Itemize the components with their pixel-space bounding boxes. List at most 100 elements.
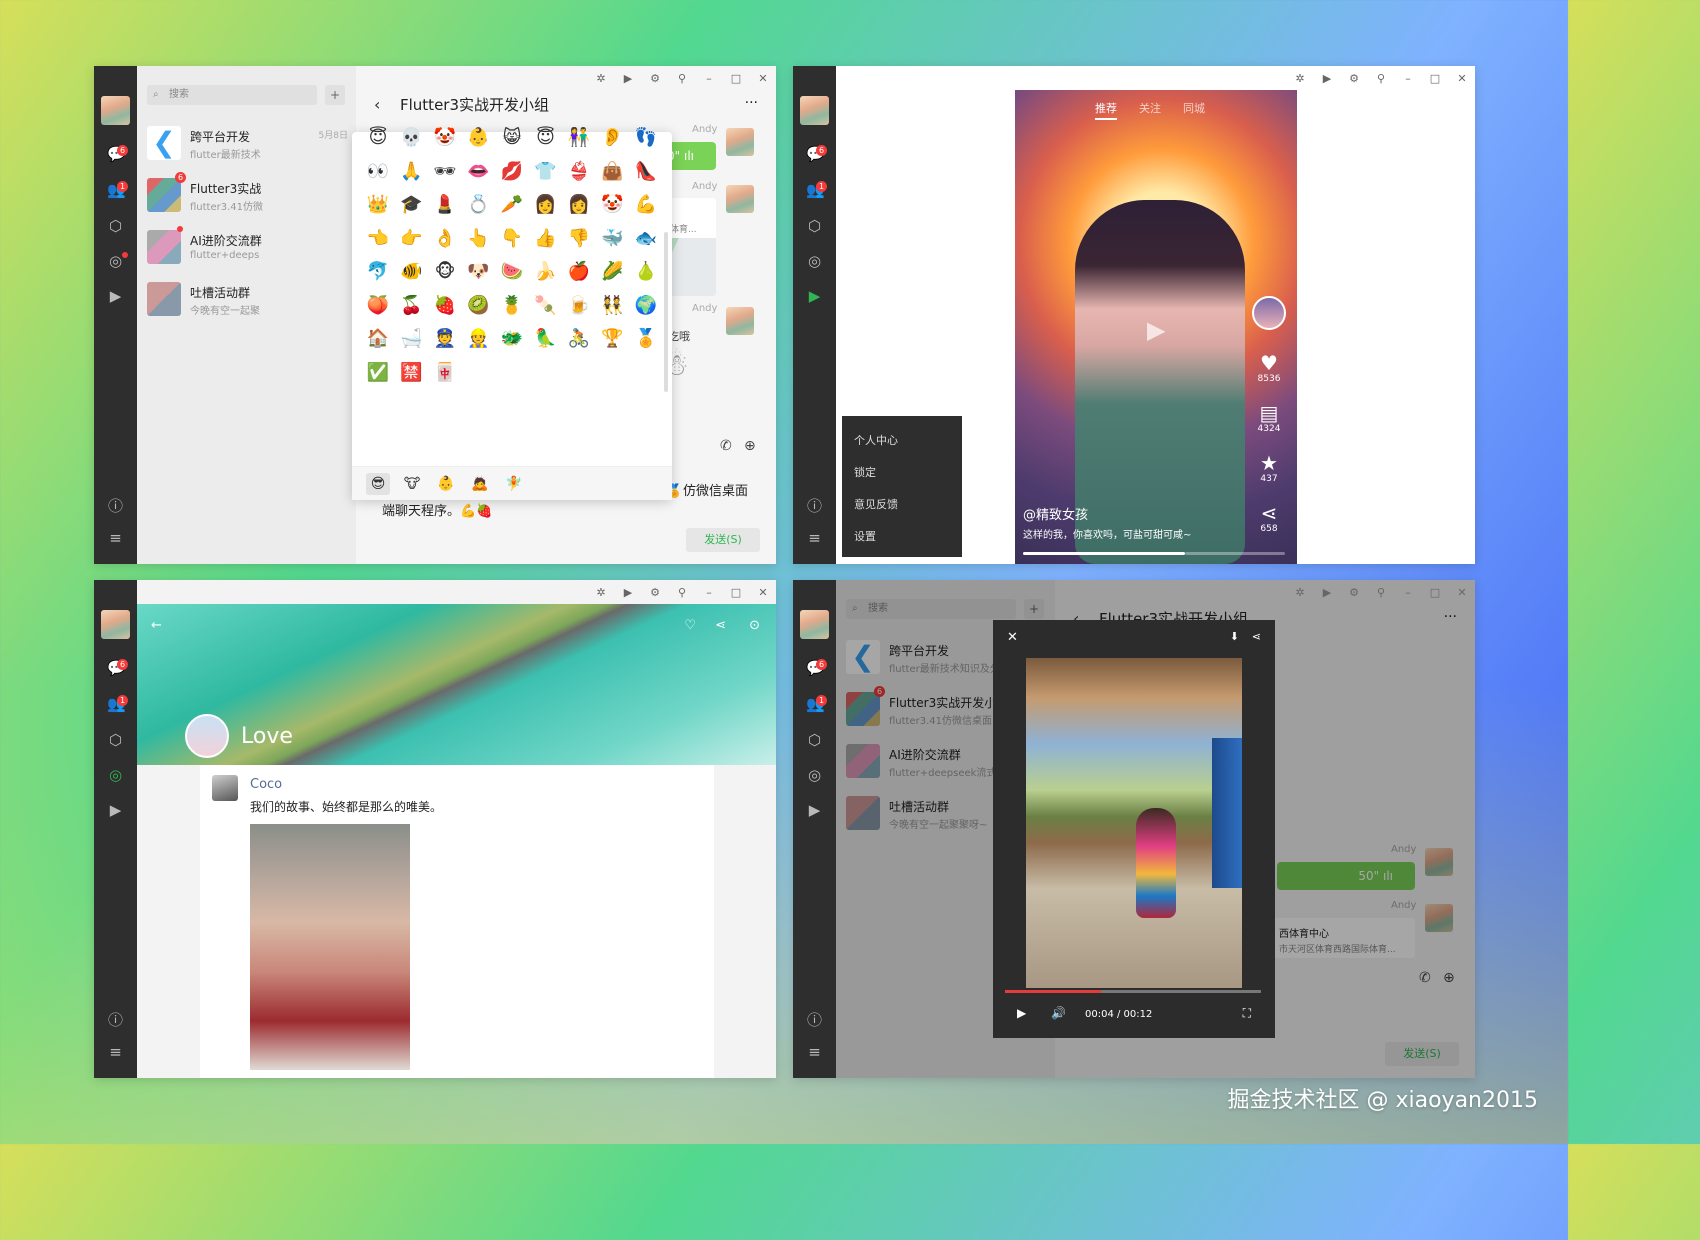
settings-icon[interactable]: ⚙ [1347, 586, 1361, 599]
tab-recommend[interactable]: 推荐 [1095, 100, 1117, 120]
close-icon[interactable]: ✕ [1007, 630, 1018, 645]
menu-item-profile[interactable]: 个人中心 [854, 432, 898, 448]
emoji-item[interactable]: 🏆 [599, 325, 627, 353]
emoji-item[interactable]: 👈 [364, 225, 392, 253]
emoji-tab[interactable]: 👶 [434, 473, 458, 495]
emoji-item[interactable]: 👆 [465, 225, 493, 253]
emoji-item[interactable]: 👉 [398, 225, 426, 253]
emoji-item[interactable]: 🍒 [398, 292, 426, 320]
emoji-item[interactable]: ✅ [364, 359, 392, 387]
settings-icon[interactable]: ⚙ [648, 72, 662, 85]
moments-icon[interactable]: ◎ [806, 767, 823, 784]
play-icon[interactable]: ▶ [1320, 586, 1334, 599]
favorites-icon[interactable]: ⬡ [806, 732, 823, 749]
emoji-item[interactable]: 👂 [599, 124, 627, 152]
minimize-icon[interactable]: – [1401, 72, 1415, 85]
author-avatar[interactable] [1249, 296, 1289, 330]
info-icon[interactable]: ⓘ [107, 1012, 124, 1029]
list-item[interactable]: 6 Flutter3实战 flutter3.41仿微 [137, 170, 356, 222]
emoji-item[interactable]: 🐵 [431, 258, 459, 286]
emoji-item[interactable]: 🐲 [498, 325, 526, 353]
add-button[interactable]: + [325, 85, 345, 105]
emoji-item[interactable]: 👷 [465, 325, 493, 353]
emoji-item[interactable]: 🍡 [532, 292, 560, 320]
pin-icon[interactable]: ⚲ [675, 586, 689, 599]
emoji-item[interactable]: 👑 [364, 191, 392, 219]
star-button[interactable]: ★ 437 [1249, 452, 1289, 484]
emoji-item[interactable]: 🍉 [498, 258, 526, 286]
like-button[interactable]: ♥ 8536 [1249, 352, 1289, 384]
emoji-item[interactable]: 🍎 [565, 258, 593, 286]
emoji-item[interactable]: 👫 [565, 124, 593, 152]
emoji-item[interactable]: 🌍 [632, 292, 660, 320]
settings-icon[interactable]: ⚙ [648, 586, 662, 599]
menu-item-settings[interactable]: 设置 [854, 528, 876, 544]
close-icon[interactable]: ✕ [1455, 586, 1469, 599]
video-icon[interactable]: ▶ [806, 802, 823, 819]
emoji-item[interactable]: 🏠 [364, 325, 392, 353]
mini-program-icon[interactable]: ✲ [594, 586, 608, 599]
emoji-item[interactable]: 🐟 [632, 225, 660, 253]
back-icon[interactable]: ‹ [374, 90, 380, 120]
emoji-item[interactable]: 👣 [632, 124, 660, 152]
call-icon[interactable]: ✆ [720, 438, 732, 454]
emoji-item[interactable]: 🕶 [431, 158, 459, 186]
emoji-item[interactable]: 🐳 [599, 225, 627, 253]
download-icon[interactable]: ⬇ [1230, 630, 1239, 643]
mini-program-icon[interactable]: ✲ [1293, 72, 1307, 85]
video-progress[interactable] [1005, 990, 1261, 993]
info-icon[interactable]: ⓘ [806, 498, 823, 515]
share-icon[interactable]: ⋖ [715, 618, 726, 633]
minimize-icon[interactable]: – [1401, 586, 1415, 599]
emoji-item[interactable]: 💀 [398, 124, 426, 152]
emoji-item[interactable]: 🚴 [565, 325, 593, 353]
menu-icon[interactable]: ≡ [806, 530, 823, 547]
close-icon[interactable]: ✕ [756, 586, 770, 599]
share-button[interactable]: ⋖ 658 [1249, 502, 1289, 534]
emoji-item[interactable]: 🍑 [364, 292, 392, 320]
emoji-item[interactable]: 🥝 [465, 292, 493, 320]
list-item[interactable]: AI进阶交流群 flutter+deeps [137, 222, 356, 274]
heart-icon[interactable]: ♡ [684, 618, 696, 633]
emoji-item[interactable]: 🍐 [632, 258, 660, 286]
video-icon[interactable]: ▶ [806, 288, 823, 305]
send-button[interactable]: 发送(S) [686, 528, 760, 552]
emoji-item[interactable]: 👩 [532, 191, 560, 219]
video-icon[interactable]: ▶ [107, 288, 124, 305]
back-icon[interactable]: ← [151, 618, 162, 633]
maximize-icon[interactable]: □ [729, 586, 743, 599]
video-progress[interactable] [1023, 552, 1185, 555]
camera-icon[interactable]: ⊙ [749, 618, 760, 633]
avatar[interactable] [726, 307, 754, 335]
emoji-item[interactable]: 💍 [465, 191, 493, 219]
video-player[interactable]: 推荐 关注 同城 ▶ ♥ 8536 ▤ 4324 ★ 437 ⋖ 658 @精致女孩 这… [1015, 90, 1297, 564]
tab-local[interactable]: 同城 [1183, 100, 1205, 120]
post-author[interactable]: Coco [250, 777, 282, 792]
emoji-item[interactable]: 👮 [431, 325, 459, 353]
avatar[interactable] [212, 775, 238, 801]
emoji-item[interactable]: 👇 [498, 225, 526, 253]
emoji-tab[interactable]: 🧚 [502, 473, 526, 495]
emoji-item[interactable]: 🤡 [599, 191, 627, 219]
share-icon[interactable]: ⋖ [1252, 630, 1261, 643]
minimize-icon[interactable]: – [702, 586, 716, 599]
emoji-item[interactable]: 🍺 [565, 292, 593, 320]
emoji-item[interactable]: 🦜 [532, 325, 560, 353]
emoji-item[interactable]: 😸 [498, 124, 526, 152]
moments-icon[interactable]: ◎ [107, 767, 124, 784]
emoji-item[interactable]: 👠 [632, 158, 660, 186]
emoji-tab[interactable]: 😎 [366, 473, 390, 495]
emoji-item[interactable]: 🙏 [398, 158, 426, 186]
emoji-item[interactable]: 💪 [632, 191, 660, 219]
volume-icon[interactable]: 🔊 [1051, 1006, 1066, 1020]
menu-item-lock[interactable]: 锁定 [854, 464, 876, 480]
emoji-item[interactable]: 🐶 [465, 258, 493, 286]
play-icon[interactable]: ▶ [1017, 1006, 1026, 1020]
more-icon[interactable]: ··· [745, 88, 758, 118]
emoji-item[interactable]: 🌽 [599, 258, 627, 286]
emoji-item[interactable]: 😇 [364, 124, 392, 152]
emoji-item[interactable]: 👌 [431, 225, 459, 253]
favorites-icon[interactable]: ⬡ [107, 218, 124, 235]
pin-icon[interactable]: ⚲ [1374, 586, 1388, 599]
menu-icon[interactable]: ≡ [107, 1044, 124, 1061]
